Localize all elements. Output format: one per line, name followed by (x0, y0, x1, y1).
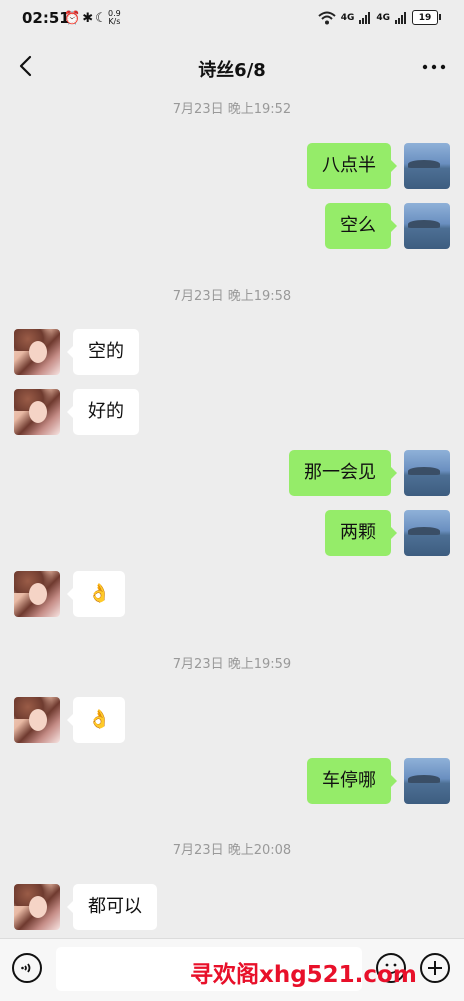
timestamp: 7月23日 晚上20:08 (172, 843, 292, 858)
message-bubble[interactable]: 空的 (67, 329, 139, 375)
message-bubble[interactable]: 两颗 (325, 510, 397, 556)
message-bubble[interactable]: 都可以 (67, 884, 157, 930)
message-bubble[interactable]: 好的 (67, 389, 139, 435)
timestamp: 7月23日 晚上19:58 (172, 289, 292, 304)
chat-title: 诗丝6/8 (198, 60, 266, 81)
chat-header: 诗丝6/8 (0, 38, 464, 94)
status-icons: ⏰✱☾ (64, 11, 109, 26)
network-type-1: 4G (340, 12, 355, 23)
battery-icon: 19 (412, 10, 441, 25)
message-bubble[interactable]: 👌 (66, 697, 126, 743)
my-avatar[interactable] (404, 758, 450, 804)
network-type-2: 4G (376, 12, 390, 23)
my-avatar[interactable] (404, 450, 450, 496)
contact-avatar[interactable] (14, 697, 60, 743)
contact-avatar[interactable] (14, 389, 60, 435)
timestamp: 7月23日 晚上19:52 (172, 102, 292, 117)
voice-input-button[interactable] (12, 953, 42, 983)
contact-avatar[interactable] (14, 884, 60, 930)
watermark: 寻欢阁xhg521.com (190, 962, 417, 988)
status-right: 4G 4G 19 (318, 10, 441, 25)
battery-level: 19 (418, 12, 432, 23)
speed-unit: K/s (108, 17, 121, 26)
message-bubble[interactable]: 车停哪 (307, 758, 397, 804)
more-functions-button[interactable] (420, 953, 450, 983)
voice-icon (21, 963, 31, 973)
my-avatar[interactable] (404, 203, 450, 249)
status-time: 02:51 (22, 9, 70, 27)
message-bubble[interactable]: 空么 (325, 203, 397, 249)
moon-icon: ☾ (95, 11, 109, 26)
message-bubble[interactable]: 那一会见 (289, 450, 397, 496)
status-bar: 02:51 ⏰✱☾ 0.9 K/s 4G 4G 19 (0, 0, 464, 38)
message-bubble[interactable]: 👌 (66, 571, 126, 617)
timestamp: 7月23日 晚上19:59 (172, 657, 292, 672)
more-options-icon[interactable] (422, 63, 446, 71)
signal-icon-1 (359, 11, 371, 24)
contact-avatar[interactable] (14, 329, 60, 375)
alarm-icon: ⏰ (64, 11, 83, 26)
network-speed: 0.9 K/s (108, 10, 121, 26)
bluetooth-icon: ✱ (82, 11, 96, 26)
my-avatar[interactable] (404, 510, 450, 556)
signal-icon-2 (395, 11, 406, 24)
wifi-icon (318, 11, 336, 24)
contact-avatar[interactable] (14, 571, 60, 617)
message-bubble[interactable]: 八点半 (307, 143, 397, 189)
my-avatar[interactable] (404, 143, 450, 189)
